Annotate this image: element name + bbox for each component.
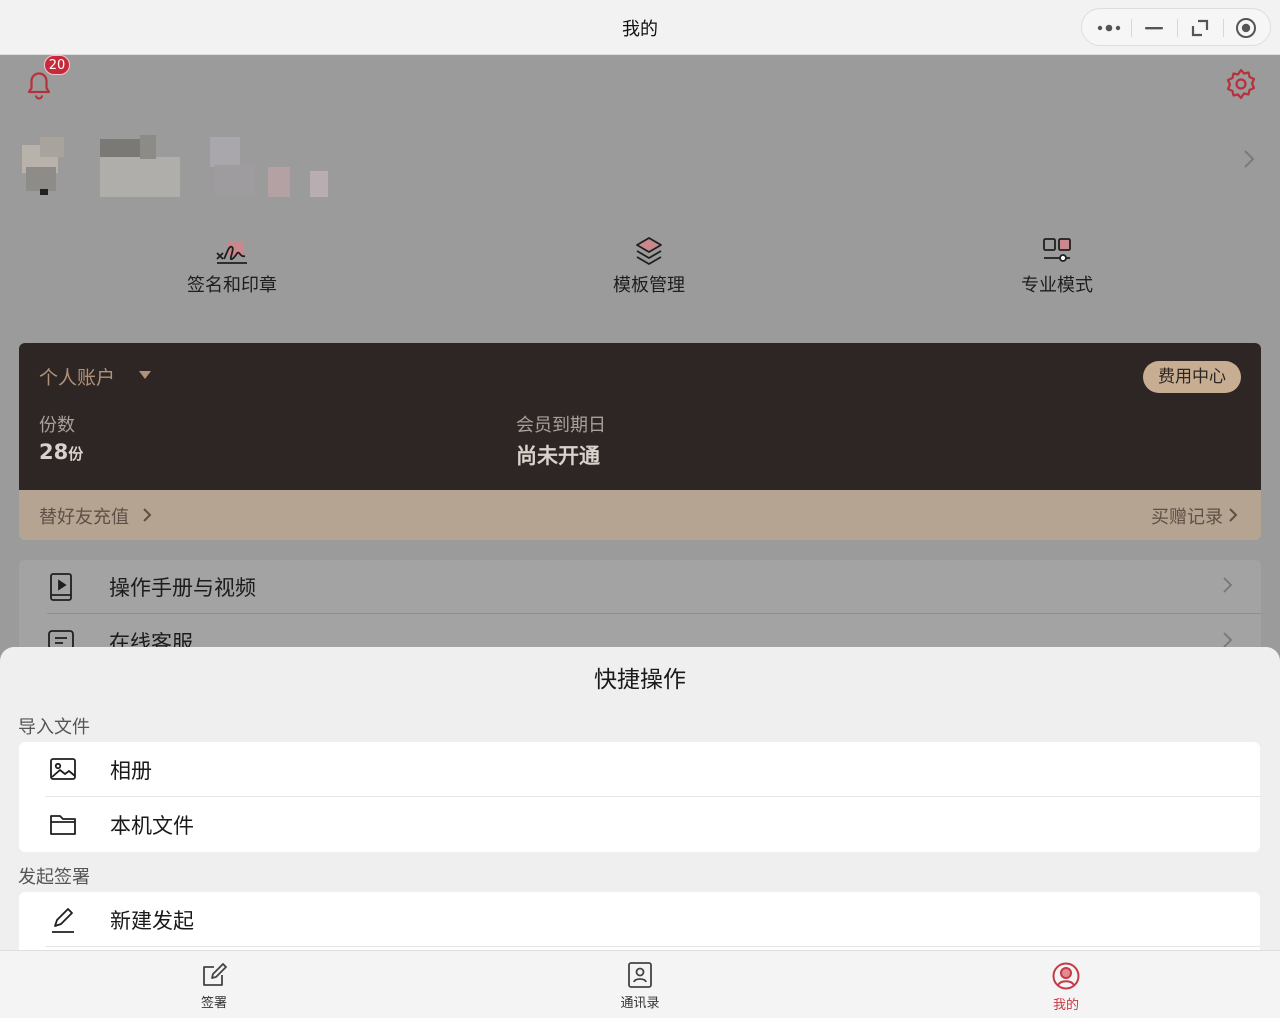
purchase-records-link[interactable]: 买赠记录 <box>1151 503 1223 529</box>
copies-label: 份数 <box>39 415 75 436</box>
bottom-tabbar: 签署 通讯录 我的 <box>0 950 1280 1018</box>
expiry-value: 尚未开通 <box>516 444 600 468</box>
chevron-right-icon <box>1221 576 1233 598</box>
quick-entry-label: 签名和印章 <box>187 275 277 296</box>
manual-video-icon <box>47 572 75 606</box>
layers-icon <box>636 237 662 265</box>
menu-item-label: 操作手册与视频 <box>109 576 256 600</box>
import-section-label: 导入文件 <box>18 717 90 738</box>
profile-chevron-right-icon[interactable] <box>1242 149 1256 173</box>
quick-entry-label: 专业模式 <box>1021 275 1093 296</box>
account-card: 个人账户 费用中心 份数 28份 会员到期日 尚未开通 <box>19 343 1261 490</box>
chevron-right-icon <box>1229 508 1238 522</box>
profile-avatar-blurred[interactable] <box>0 127 340 202</box>
caret-down-icon[interactable] <box>139 371 151 379</box>
window-titlebar: 我的 <box>0 0 1280 55</box>
edit-icon <box>203 963 227 986</box>
recharge-for-friend-link[interactable]: 替好友充值 <box>39 503 153 529</box>
close-target-icon[interactable] <box>1231 15 1261 41</box>
quick-entry-label: 模板管理 <box>613 275 685 296</box>
window-controls <box>1081 8 1271 46</box>
more-icon[interactable] <box>1094 15 1124 41</box>
fee-center-button[interactable]: 费用中心 <box>1143 361 1241 393</box>
account-switcher[interactable]: 个人账户 <box>39 363 115 390</box>
folder-icon <box>49 811 77 841</box>
account-links-bar: 替好友充值 买赠记录 <box>19 490 1261 540</box>
user-icon <box>1052 962 1080 990</box>
tab-label: 通讯录 <box>620 996 660 1011</box>
sign-section-label: 发起签署 <box>18 867 90 888</box>
import-card: 相册 本机文件 <box>19 742 1260 852</box>
row-label: 新建发起 <box>110 909 194 933</box>
quick-entry-templates[interactable]: 模板管理 <box>549 235 749 297</box>
new-signing-item[interactable]: 新建发起 <box>19 892 1260 947</box>
notification-badge: 20 <box>44 55 70 75</box>
expiry-label: 会员到期日 <box>516 415 606 436</box>
pro-mode-icon <box>1043 238 1071 262</box>
pen-icon <box>49 906 77 938</box>
minimize-icon[interactable] <box>1139 15 1169 41</box>
quick-entry-signature[interactable]: 签名和印章 <box>132 235 332 297</box>
row-label: 相册 <box>110 759 152 783</box>
sheet-title: 快捷操作 <box>594 667 686 693</box>
signature-icon <box>216 241 247 264</box>
tab-mine[interactable]: 我的 <box>1006 961 1126 1013</box>
tab-label: 我的 <box>1052 998 1079 1013</box>
tab-sign[interactable]: 签署 <box>154 961 274 1011</box>
image-icon <box>49 756 77 786</box>
contacts-icon <box>628 962 652 988</box>
quick-actions-sheet: 快捷操作 导入文件 相册 本机文件 发起签署 新建发起 <box>0 647 1280 950</box>
import-album-item[interactable]: 相册 <box>19 742 1260 797</box>
menu-item-manual[interactable]: 操作手册与视频 <box>19 560 1261 615</box>
sign-card: 新建发起 <box>19 892 1260 950</box>
quick-entry-pro-mode[interactable]: 专业模式 <box>957 235 1157 297</box>
tab-contacts[interactable]: 通讯录 <box>580 961 700 1011</box>
settings-gear-icon[interactable] <box>1224 67 1258 101</box>
row-label: 本机文件 <box>110 814 194 838</box>
import-local-file-item[interactable]: 本机文件 <box>19 797 1260 852</box>
restore-icon[interactable] <box>1185 15 1215 41</box>
chevron-right-icon <box>143 508 152 522</box>
copies-value: 28份 <box>39 440 84 464</box>
tab-label: 签署 <box>200 996 227 1011</box>
